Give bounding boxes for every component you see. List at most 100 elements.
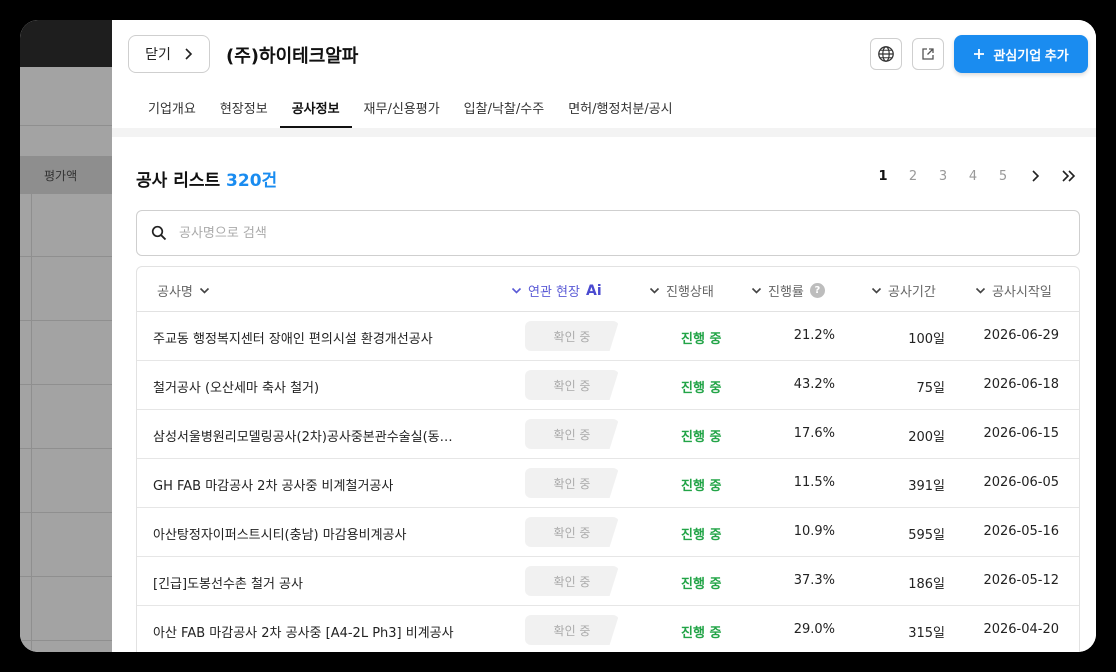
progress-rate: 37.3% [793, 573, 835, 588]
backdrop-divider [20, 640, 112, 641]
add-favorite-label: 관심기업 추가 [993, 47, 1069, 63]
status-text: 진행 중 [681, 430, 722, 445]
tab-company-overview[interactable]: 기업개요 [136, 92, 208, 128]
backdrop-page: 평가액 [20, 20, 112, 652]
plus-icon [974, 49, 985, 59]
backdrop-divider [20, 384, 112, 385]
page-2[interactable]: 2 [898, 169, 928, 184]
tab-finance-credit[interactable]: 재무/신용평가 [352, 92, 452, 128]
ai-badge: Ai [585, 282, 602, 299]
progress-rate: 29.0% [793, 622, 835, 637]
section-separator [112, 128, 1096, 137]
table-row[interactable]: 아산 FAB 마감공사 2차 공사중 [A4-2L Ph3] 비계공사 확인 중… [137, 606, 1079, 652]
tab-license-disclosure[interactable]: 면허/행정처분/공시 [556, 92, 684, 128]
construction-period: 186일 [908, 577, 945, 592]
backdrop-divider [20, 512, 112, 513]
construction-name: 철거공사 (오산세마 축사 철거) [153, 381, 320, 396]
page-5[interactable]: 5 [988, 169, 1018, 184]
tab-bid-award[interactable]: 입찰/낙찰/수주 [452, 92, 557, 128]
tab-site-info[interactable]: 현장정보 [208, 92, 280, 128]
backdrop-divider [20, 576, 112, 577]
close-button[interactable]: 닫기 [128, 35, 210, 73]
chevron-down-icon [975, 287, 986, 294]
column-label: 진행률 [768, 285, 804, 300]
search-box [136, 210, 1080, 256]
list-title-text: 공사 리스트 [136, 171, 221, 191]
double-chevron-right-icon [1062, 170, 1076, 182]
list-count: 320건 [226, 171, 278, 191]
column-header-status[interactable]: 진행상태 [649, 281, 714, 300]
related-site-chip: 확인 중 [525, 566, 619, 596]
table-row[interactable]: 철거공사 (오산세마 축사 철거) 확인 중 진행 중 43.2% 75일 20… [137, 361, 1079, 410]
page-3[interactable]: 3 [928, 169, 958, 184]
column-label: 공사시작일 [992, 285, 1052, 300]
add-favorite-button[interactable]: 관심기업 추가 [954, 35, 1088, 73]
backdrop-divider [20, 320, 112, 321]
table-row[interactable]: 주교동 행정복지센터 장애인 편의시설 환경개선공사 확인 중 진행 중 21.… [137, 312, 1079, 361]
construction-table: 공사명 연관 현장 Ai 진행상태 진행률 ? 공사기간 공사시작일 주교동 행… [136, 266, 1080, 652]
help-icon[interactable]: ? [809, 283, 825, 298]
search-input[interactable] [179, 225, 1059, 241]
table-row[interactable]: GH FAB 마감공사 2차 공사중 비계철거공사 확인 중 진행 중 11.5… [137, 459, 1079, 508]
construction-name: 주교동 행정복지센터 장애인 편의시설 환경개선공사 [153, 332, 433, 347]
backdrop-column-header: 평가액 [20, 156, 112, 194]
start-date: 2026-05-16 [983, 524, 1059, 539]
column-label: 공사기간 [888, 285, 936, 300]
start-date: 2026-06-29 [983, 328, 1059, 343]
start-date: 2026-06-05 [983, 475, 1059, 490]
progress-rate: 17.6% [793, 426, 835, 441]
construction-period: 595일 [908, 528, 945, 543]
construction-period: 100일 [908, 332, 945, 347]
related-site-chip: 확인 중 [525, 419, 619, 449]
close-label: 닫기 [145, 47, 171, 63]
related-site-chip: 확인 중 [525, 468, 619, 498]
backdrop-divider [20, 448, 112, 449]
backdrop-divider [20, 256, 112, 257]
pagination: 1 2 3 4 5 [868, 166, 1086, 186]
window-frame: 평가액 닫기 (주)하이테크알파 관심기업 추가 기업개요 현장정보 공사정보 … [20, 20, 1096, 652]
chevron-down-icon [199, 287, 209, 294]
related-site-chip: 확인 중 [525, 321, 619, 351]
start-date: 2026-04-20 [983, 622, 1059, 637]
column-header-period[interactable]: 공사기간 [871, 281, 936, 300]
column-header-start-date[interactable]: 공사시작일 [975, 281, 1052, 300]
column-header-related-site[interactable]: 연관 현장 Ai [511, 281, 602, 300]
external-link-button[interactable] [912, 38, 944, 70]
construction-name: GH FAB 마감공사 2차 공사중 비계철거공사 [153, 479, 394, 494]
status-text: 진행 중 [681, 577, 722, 592]
panel-header: 닫기 (주)하이테크알파 관심기업 추가 기업개요 현장정보 공사정보 재무/신… [112, 20, 1096, 128]
column-label: 공사명 [157, 285, 193, 300]
chevron-down-icon [511, 287, 522, 294]
next-page-button[interactable] [1018, 166, 1052, 186]
table-row[interactable]: 아산탕정자이퍼스트시티(충남) 마감용비계공사 확인 중 진행 중 10.9% … [137, 508, 1079, 557]
related-site-chip: 확인 중 [525, 517, 619, 547]
construction-name: 아산 FAB 마감공사 2차 공사중 [A4-2L Ph3] 비계공사 [153, 626, 454, 641]
construction-period: 315일 [908, 626, 945, 641]
chevron-right-icon [185, 48, 193, 60]
progress-rate: 21.2% [793, 328, 835, 343]
table-row[interactable]: 삼성서울병원리모델링공사(2차)공사중본관수술실(동… 확인 중 진행 중 17… [137, 410, 1079, 459]
column-label: 연관 현장 [528, 285, 580, 300]
related-site-chip: 확인 중 [525, 615, 619, 645]
progress-rate: 10.9% [793, 524, 835, 539]
page-4[interactable]: 4 [958, 169, 988, 184]
column-header-progress[interactable]: 진행률 ? [751, 281, 825, 300]
table-row[interactable]: [긴급]도봉선수촌 철거 공사 확인 중 진행 중 37.3% 186일 202… [137, 557, 1079, 606]
chevron-down-icon [751, 287, 762, 294]
column-label: 진행상태 [666, 285, 714, 300]
progress-rate: 11.5% [793, 475, 835, 490]
construction-name: 삼성서울병원리모델링공사(2차)공사중본관수술실(동… [153, 430, 453, 445]
company-detail-panel: 닫기 (주)하이테크알파 관심기업 추가 기업개요 현장정보 공사정보 재무/신… [112, 20, 1096, 652]
globe-icon [878, 46, 894, 62]
page-1[interactable]: 1 [868, 169, 898, 184]
tab-construction-info[interactable]: 공사정보 [279, 92, 352, 128]
column-header-name[interactable]: 공사명 [157, 281, 210, 300]
status-text: 진행 중 [681, 626, 722, 641]
chevron-down-icon [871, 287, 882, 294]
list-title: 공사 리스트 320건 [136, 166, 277, 191]
globe-button[interactable] [870, 38, 902, 70]
construction-period: 200일 [908, 430, 945, 445]
start-date: 2026-06-18 [983, 377, 1059, 392]
external-link-icon [922, 48, 934, 60]
last-page-button[interactable] [1052, 166, 1086, 186]
